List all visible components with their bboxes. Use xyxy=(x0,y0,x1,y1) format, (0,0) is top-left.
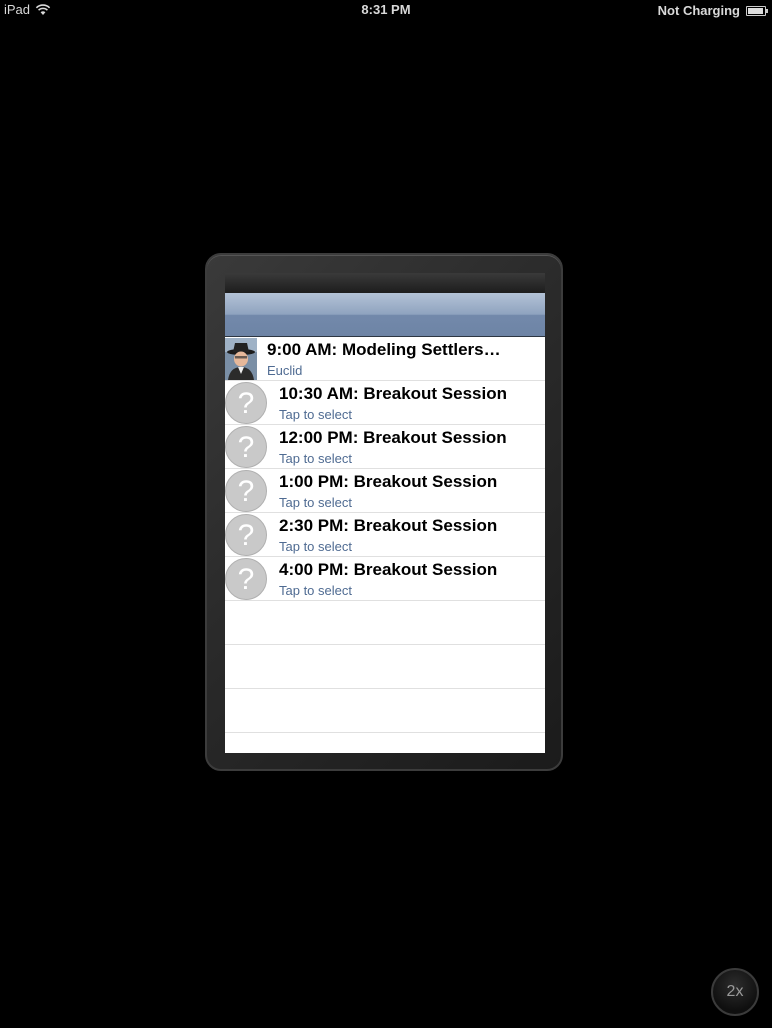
iphone-status-bar xyxy=(225,273,545,293)
session-title: 2:30 PM: Breakout Session xyxy=(279,516,498,535)
svg-text:?: ? xyxy=(238,519,255,552)
session-title: 4:00 PM: Breakout Session xyxy=(279,560,498,579)
status-time: 8:31 PM xyxy=(361,2,411,17)
session-subtitle: Tap to select xyxy=(279,407,352,422)
session-title: 10:30 AM: Breakout Session xyxy=(279,384,507,403)
ipad-status-bar: iPad 8:31 PM Not Charging xyxy=(0,0,772,20)
session-subtitle: Euclid xyxy=(267,363,303,378)
session-title: 9:00 AM: Modeling Settlers… xyxy=(267,340,501,359)
session-subtitle: Tap to select xyxy=(279,583,352,598)
svg-text:?: ? xyxy=(238,475,255,508)
session-subtitle: Tap to select xyxy=(279,451,352,466)
session-title: 1:00 PM: Breakout Session xyxy=(279,472,498,491)
empty-row xyxy=(225,601,545,645)
session-row[interactable]: ? 12:00 PM: Breakout Session Tap to sele… xyxy=(225,425,545,469)
charging-status: Not Charging xyxy=(657,3,740,18)
session-table: 9:00 AM: Modeling Settlers… Euclid ? 10:… xyxy=(225,337,545,733)
empty-row xyxy=(225,689,545,733)
session-row[interactable]: ? 1:00 PM: Breakout Session Tap to selec… xyxy=(225,469,545,513)
session-subtitle: Tap to select xyxy=(279,539,352,554)
iphone-screen: 9:00 AM: Modeling Settlers… Euclid ? 10:… xyxy=(225,273,545,753)
session-subtitle: Tap to select xyxy=(279,495,352,510)
session-row[interactable]: ? 10:30 AM: Breakout Session Tap to sele… xyxy=(225,381,545,425)
svg-text:?: ? xyxy=(238,563,255,596)
question-mark-icon: ? xyxy=(225,558,269,600)
status-right: Not Charging xyxy=(657,3,768,18)
question-mark-icon: ? xyxy=(225,382,269,424)
svg-text:?: ? xyxy=(238,387,255,420)
iphone-device-frame: 9:00 AM: Modeling Settlers… Euclid ? 10:… xyxy=(205,253,563,771)
svg-text:?: ? xyxy=(238,431,255,464)
question-mark-icon: ? xyxy=(225,514,269,556)
zoom-2x-button[interactable]: 2x xyxy=(711,968,759,1016)
battery-icon xyxy=(746,5,768,16)
session-row[interactable]: 9:00 AM: Modeling Settlers… Euclid xyxy=(225,337,545,381)
question-mark-icon: ? xyxy=(225,426,269,468)
speaker-avatar xyxy=(225,338,257,380)
session-title: 12:00 PM: Breakout Session xyxy=(279,428,507,447)
session-row[interactable]: ? 4:00 PM: Breakout Session Tap to selec… xyxy=(225,557,545,601)
empty-row xyxy=(225,645,545,689)
navigation-bar xyxy=(225,293,545,337)
session-row[interactable]: ? 2:30 PM: Breakout Session Tap to selec… xyxy=(225,513,545,557)
question-mark-icon: ? xyxy=(225,470,269,512)
